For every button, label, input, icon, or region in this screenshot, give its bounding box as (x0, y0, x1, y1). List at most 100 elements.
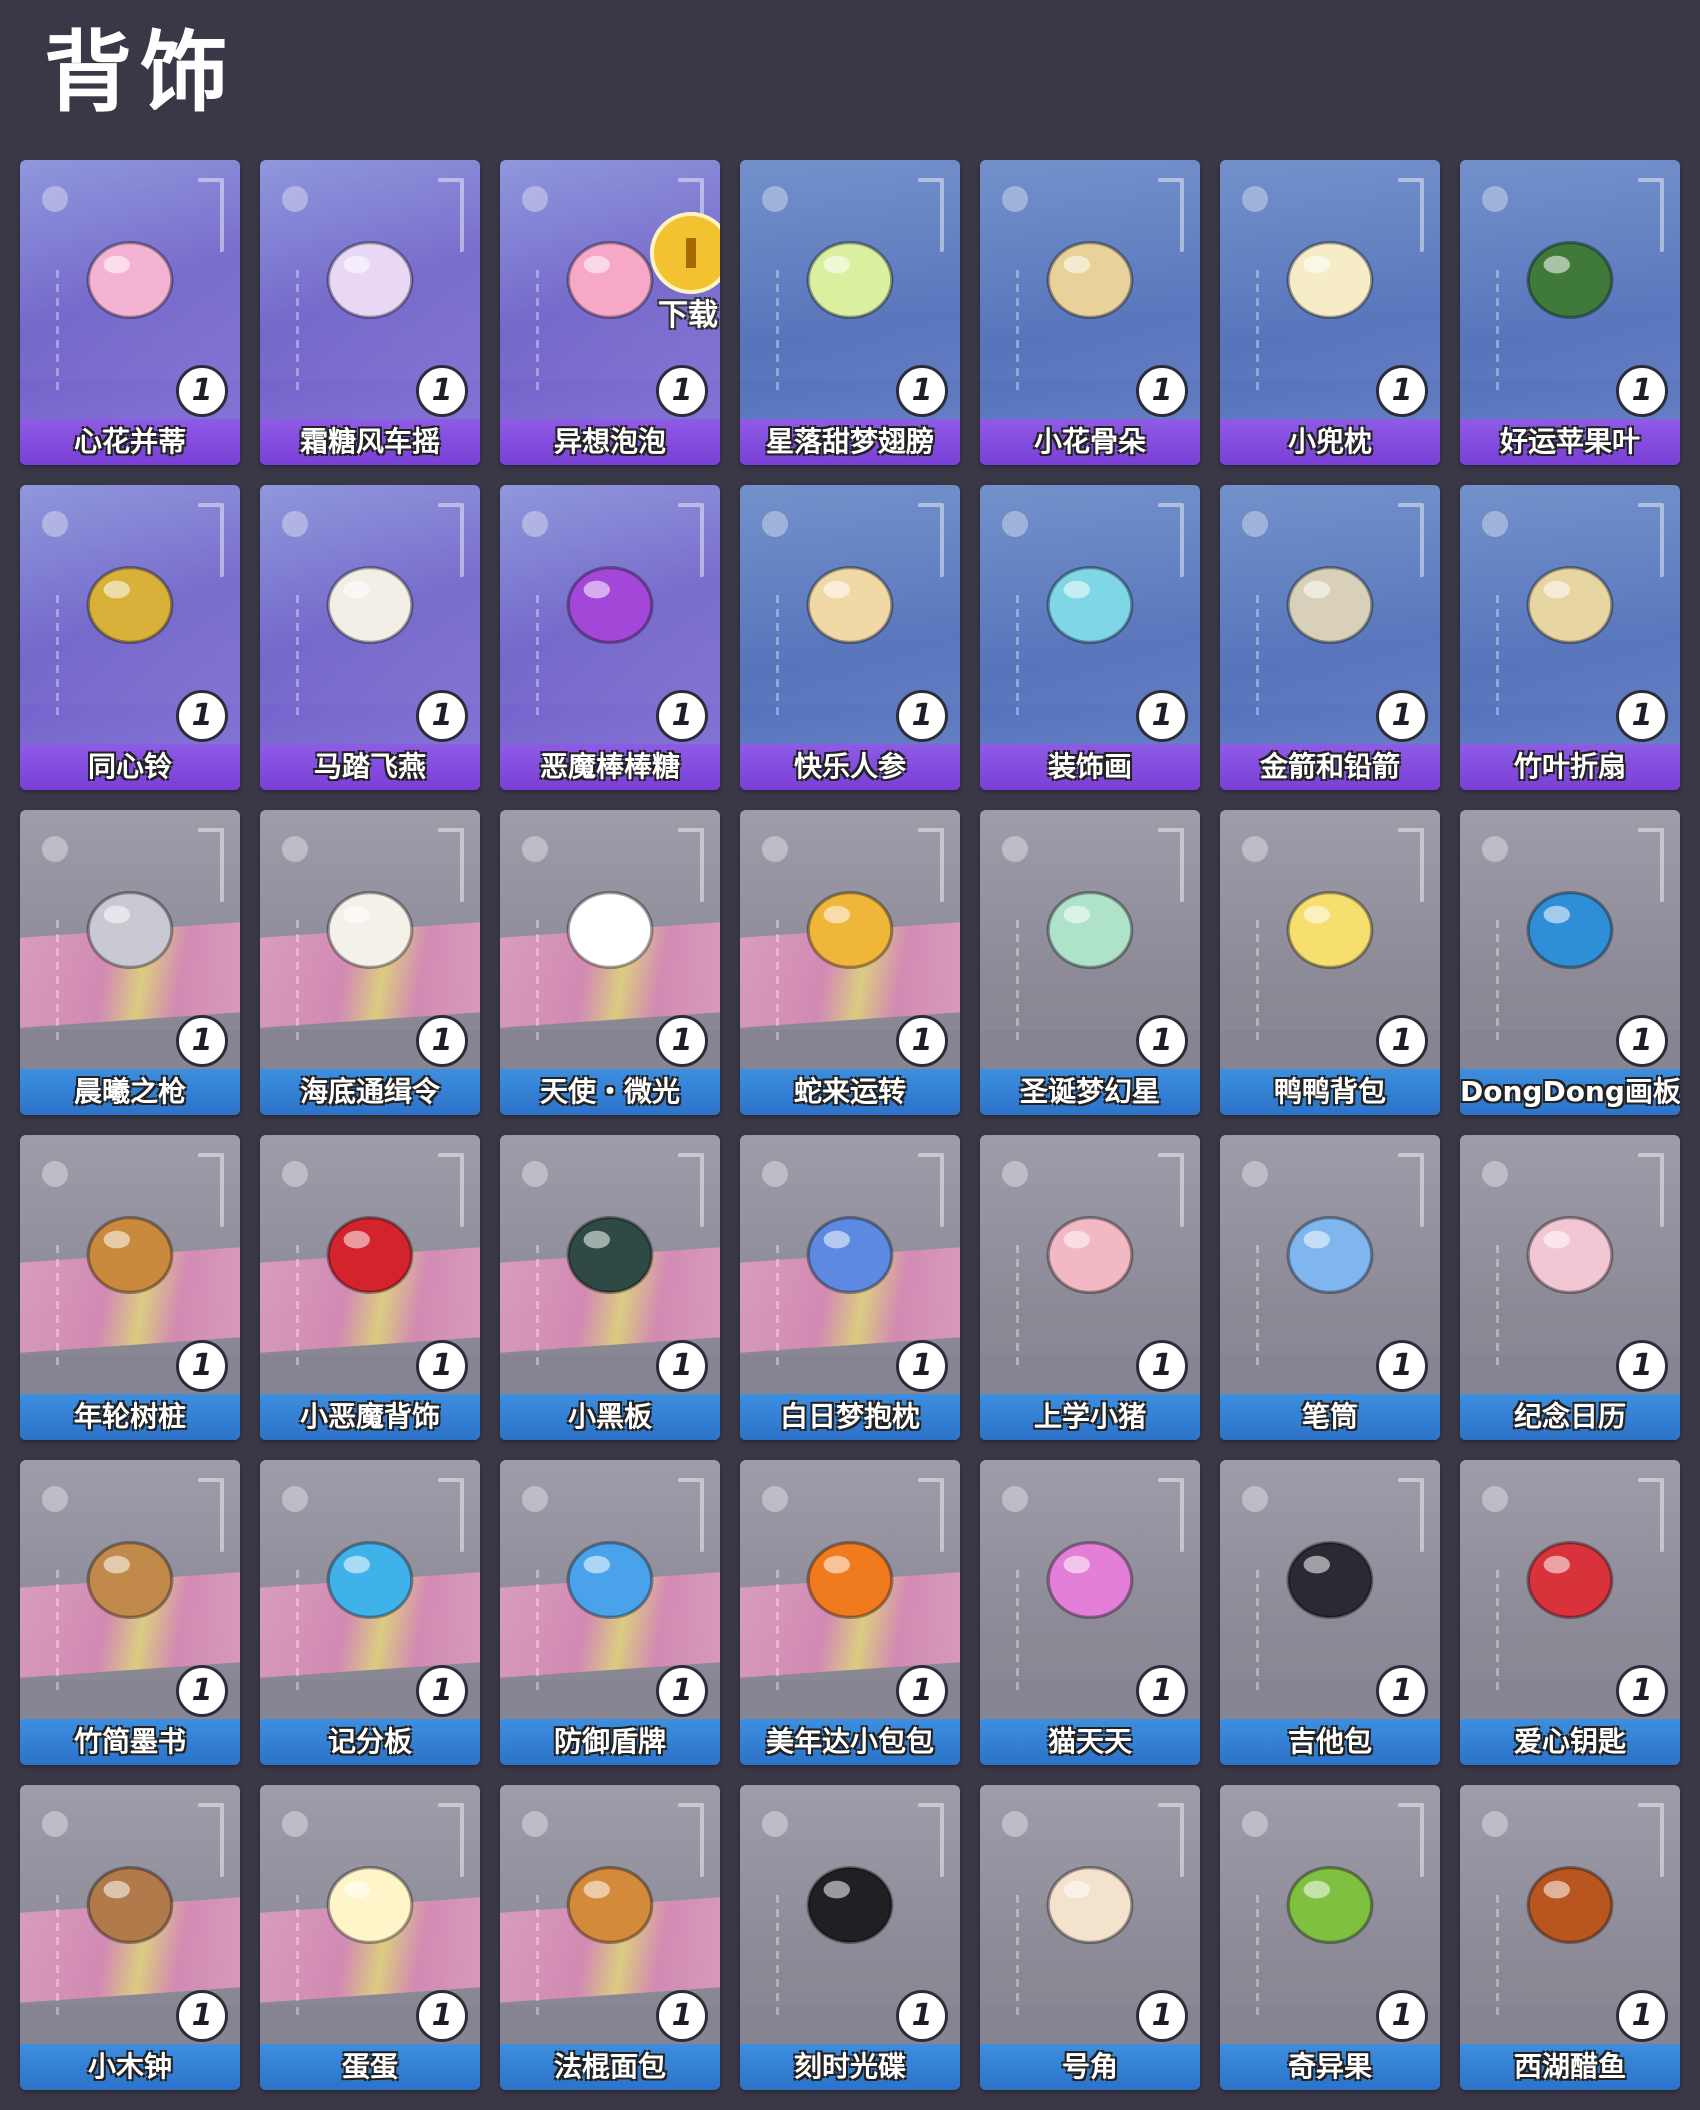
item-card[interactable]: 1 猫天天 (980, 1460, 1200, 1765)
brand-watermark-icon (1398, 1478, 1424, 1552)
brand-watermark-icon (198, 1478, 224, 1552)
item-card[interactable]: 1 装饰画 (980, 485, 1200, 790)
item-card[interactable]: 1 心花并蒂 (20, 160, 240, 465)
item-card[interactable]: 1 马踏飞燕 (260, 485, 480, 790)
bomb-watermark-icon (42, 511, 68, 537)
item-count-badge: 1 (1136, 1665, 1188, 1717)
brand-watermark-icon (438, 178, 464, 252)
tree-stump-icon (86, 1215, 174, 1295)
item-card[interactable]: 1 小花骨朵 (980, 160, 1200, 465)
item-card[interactable]: 1 西湖醋鱼 (1460, 1785, 1680, 2090)
item-card[interactable]: 1 快乐人参 (740, 485, 960, 790)
guitar-case-icon (1286, 1540, 1374, 1620)
bomb-watermark-icon (1242, 1486, 1268, 1512)
brand-watermark-icon (1158, 503, 1184, 577)
item-card[interactable]: 1 海底通缉令 (260, 810, 480, 1115)
item-card[interactable]: 1 吉他包 (1220, 1460, 1440, 1765)
wanted-scroll-icon (326, 890, 414, 970)
item-card[interactable]: 1 年轮树桩 (20, 1135, 240, 1440)
brand-watermark-icon (918, 178, 944, 252)
item-card[interactable]: 1 小黑板 (500, 1135, 720, 1440)
item-card[interactable]: 1 DongDong画板 (1460, 810, 1680, 1115)
item-name: 爱心钥匙 (1460, 1719, 1680, 1765)
item-card[interactable]: 1 同心铃 (20, 485, 240, 790)
card-side-decoration (536, 1570, 539, 1690)
item-count-badge: 1 (1616, 365, 1668, 417)
item-card[interactable]: 1 蛋蛋 (260, 1785, 480, 2090)
bomb-watermark-icon (42, 1486, 68, 1512)
card-side-decoration (776, 1245, 779, 1365)
chalkboard-icon (566, 1215, 654, 1295)
item-count-badge: 1 (896, 1990, 948, 2042)
item-card[interactable]: 1 星落甜梦翅膀 (740, 160, 960, 465)
brand-watermark-icon (198, 1153, 224, 1227)
bomb-watermark-icon (1482, 1811, 1508, 1837)
item-card[interactable]: 1 号角 (980, 1785, 1200, 2090)
item-card[interactable]: 下载 1 异想泡泡 (500, 160, 720, 465)
card-side-decoration (776, 920, 779, 1040)
item-card[interactable]: 1 天使・微光 (500, 810, 720, 1115)
item-count-badge: 1 (1616, 690, 1668, 742)
bomb-watermark-icon (762, 1161, 788, 1187)
item-name: 笔筒 (1220, 1394, 1440, 1440)
item-count-badge: 1 (1136, 1015, 1188, 1067)
item-count-badge: 1 (176, 1990, 228, 2042)
item-card[interactable]: 1 爱心钥匙 (1460, 1460, 1680, 1765)
item-card[interactable]: 1 奇异果 (1220, 1785, 1440, 2090)
item-card[interactable]: 1 美年达小包包 (740, 1460, 960, 1765)
card-side-decoration (536, 920, 539, 1040)
item-count-badge: 1 (416, 1665, 468, 1717)
item-count-badge: 1 (896, 365, 948, 417)
item-card[interactable]: 1 好运苹果叶 (1460, 160, 1680, 465)
item-card[interactable]: 1 记分板 (260, 1460, 480, 1765)
item-card[interactable]: 1 蛇来运转 (740, 810, 960, 1115)
pinwheel-icon (326, 240, 414, 320)
item-card[interactable]: 1 纪念日历 (1460, 1135, 1680, 1440)
item-card[interactable]: 1 小木钟 (20, 1785, 240, 2090)
page-title: 背饰 (44, 21, 237, 124)
item-card[interactable]: 1 上学小猪 (980, 1135, 1200, 1440)
bomb-watermark-icon (1242, 186, 1268, 212)
card-side-decoration (1256, 1895, 1259, 2015)
item-card[interactable]: 1 竹简墨书 (20, 1460, 240, 1765)
folding-fan-icon (1526, 565, 1614, 645)
item-card[interactable]: 1 霜糖风车摇 (260, 160, 480, 465)
item-card[interactable]: 1 法棍面包 (500, 1785, 720, 2090)
horn-icon (1046, 1865, 1134, 1945)
item-card[interactable]: 1 小兜枕 (1220, 160, 1440, 465)
item-card[interactable]: 1 小恶魔背饰 (260, 1135, 480, 1440)
bomb-watermark-icon (1482, 186, 1508, 212)
download-arrow-icon (686, 238, 696, 268)
item-card[interactable]: 1 刻时光碟 (740, 1785, 960, 2090)
item-card[interactable]: 1 恶魔棒棒糖 (500, 485, 720, 790)
item-card[interactable]: 1 金箭和铅箭 (1220, 485, 1440, 790)
brand-watermark-icon (1638, 503, 1664, 577)
item-card[interactable]: 1 晨曦之枪 (20, 810, 240, 1115)
item-card[interactable]: 1 圣诞梦幻星 (980, 810, 1200, 1115)
brand-watermark-icon (678, 1803, 704, 1877)
item-card[interactable]: 1 鸭鸭背包 (1220, 810, 1440, 1115)
item-name: 猫天天 (980, 1719, 1200, 1765)
brand-watermark-icon (918, 1153, 944, 1227)
bamboo-scroll-icon (86, 1540, 174, 1620)
devil-lollipop-icon (566, 565, 654, 645)
butterfly-wings-icon (806, 240, 894, 320)
item-count-badge: 1 (176, 1015, 228, 1067)
bow-arrow-icon (1286, 565, 1374, 645)
brand-watermark-icon (678, 828, 704, 902)
bomb-watermark-icon (1002, 186, 1028, 212)
item-card[interactable]: 1 竹叶折扇 (1460, 485, 1680, 790)
item-card[interactable]: 1 白日梦抱枕 (740, 1135, 960, 1440)
item-card[interactable]: 1 防御盾牌 (500, 1460, 720, 1765)
card-side-decoration (1256, 1245, 1259, 1365)
item-name: 蛇来运转 (740, 1069, 960, 1115)
brand-watermark-icon (1398, 1153, 1424, 1227)
bomb-watermark-icon (1002, 1811, 1028, 1837)
item-count-badge: 1 (416, 365, 468, 417)
item-card[interactable]: 1 笔筒 (1220, 1135, 1440, 1440)
brand-watermark-icon (1638, 1478, 1664, 1552)
bomb-watermark-icon (522, 1486, 548, 1512)
card-side-decoration (1016, 920, 1019, 1040)
pig-icon (1046, 1215, 1134, 1295)
bomb-watermark-icon (1002, 1161, 1028, 1187)
